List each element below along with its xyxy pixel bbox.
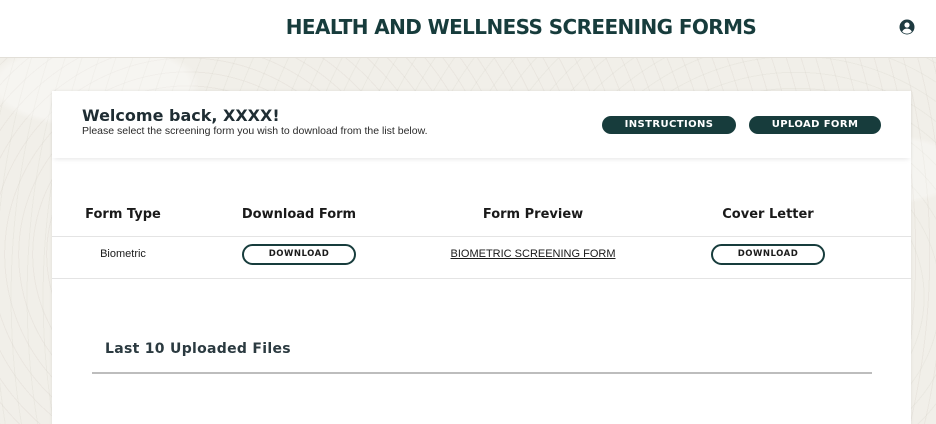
table-row-divider (52, 278, 911, 279)
table-header-divider (52, 236, 911, 237)
instructions-button[interactable]: INSTRUCTIONS (602, 116, 736, 134)
forms-card: Welcome back, XXXX! Please select the sc… (52, 91, 911, 424)
welcome-panel: Welcome back, XXXX! Please select the sc… (52, 91, 911, 158)
upload-form-button[interactable]: UPLOAD FORM (749, 116, 881, 134)
user-circle-icon[interactable] (899, 19, 915, 35)
biometric-preview-link[interactable]: BIOMETRIC SCREENING FORM (450, 248, 615, 260)
welcome-heading: Welcome back, XXXX! (82, 106, 280, 125)
download-form-button[interactable]: DOWNLOAD (242, 244, 356, 265)
form-type-cell: Biometric (100, 248, 146, 260)
column-header-form-preview: Form Preview (482, 207, 584, 222)
uploaded-files-divider (92, 372, 872, 374)
uploaded-files-heading: Last 10 Uploaded Files (105, 341, 291, 357)
download-cover-letter-button[interactable]: DOWNLOAD (711, 244, 825, 265)
page-title: HEALTH AND WELLNESS SCREENING FORMS (285, 15, 757, 39)
column-header-form-type: Form Type (85, 207, 161, 222)
app-header: HEALTH AND WELLNESS SCREENING FORMS (0, 0, 936, 58)
welcome-subtitle: Please select the screening form you wis… (82, 125, 428, 137)
column-header-cover-letter: Cover Letter (722, 207, 814, 222)
column-header-download-form: Download Form (241, 207, 357, 222)
